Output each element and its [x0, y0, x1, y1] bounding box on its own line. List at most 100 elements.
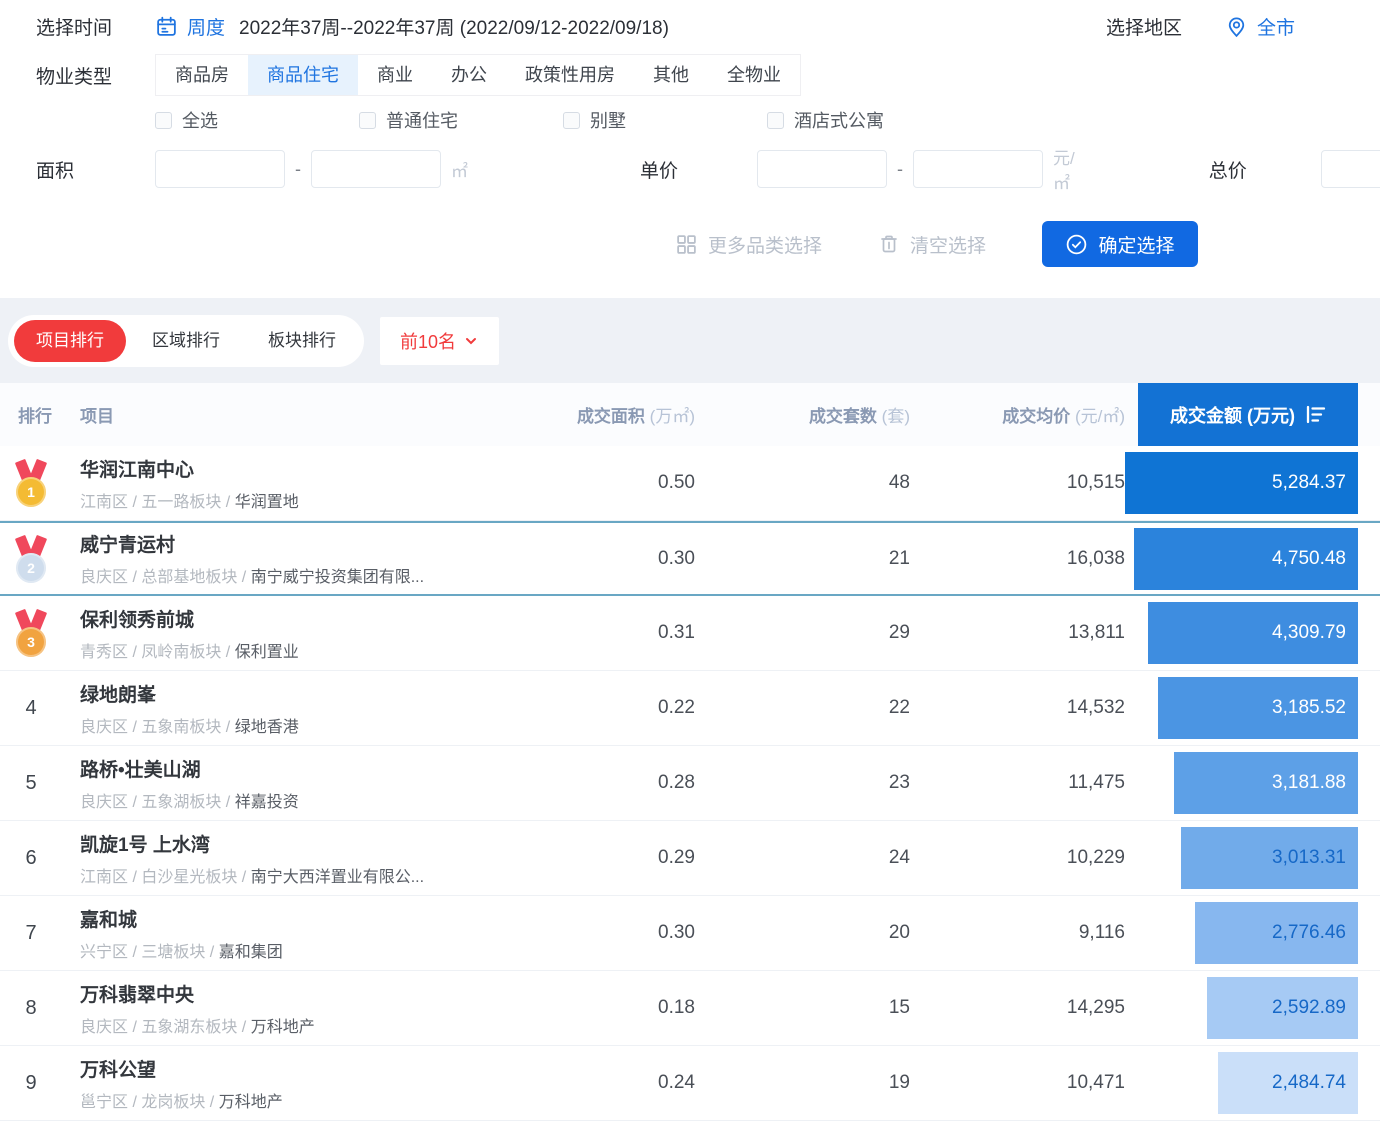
deal-count-value: 21 [695, 548, 910, 570]
deal-area-value: 0.29 [525, 847, 695, 869]
project-location: 兴宁区 / 三塘板块 / [80, 944, 219, 961]
project-subtitle: 兴宁区 / 三塘板块 / 嘉和集团 [80, 938, 525, 962]
property-type-tab-1[interactable]: 商品住宅 [248, 55, 358, 95]
table-row[interactable]: 1华润江南中心江南区 / 五一路板块 / 华润置地0.504810,5155,2… [0, 446, 1380, 521]
amount-cell: 3,013.31 [1125, 821, 1358, 895]
property-type-tab-6[interactable]: 全物业 [708, 55, 800, 95]
total-price-min-input[interactable] [1321, 150, 1380, 188]
amount-cell: 2,484.74 [1125, 1046, 1358, 1120]
region-filter-label: 选择地区 [1106, 13, 1182, 40]
deal-count-value: 23 [695, 772, 910, 794]
project-name: 保利领秀前城 [80, 605, 525, 632]
unit-price-max-input[interactable] [913, 150, 1043, 188]
total-price-label: 总价 [1209, 156, 1247, 183]
area-min-input[interactable] [155, 150, 285, 188]
property-type-tab-3[interactable]: 办公 [432, 55, 506, 95]
amount-bar: 3,013.31 [1181, 827, 1358, 889]
project-location: 良庆区 / 五象湖板块 / [80, 794, 235, 811]
unit-price-label: 单价 [640, 156, 678, 183]
chevron-down-icon [463, 333, 479, 349]
project-developer: 万科地产 [219, 1094, 283, 1111]
checkbox-label: 别墅 [590, 107, 626, 133]
clear-selection-button[interactable]: 清空选择 [878, 231, 986, 258]
table-row[interactable]: 7嘉和城兴宁区 / 三塘板块 / 嘉和集团0.30209,1162,776.46 [0, 896, 1380, 971]
region-value[interactable]: 全市 [1257, 13, 1295, 40]
table-row[interactable]: 9万科公望邕宁区 / 龙岗板块 / 万科地产0.241910,4712,484.… [0, 1046, 1380, 1121]
avg-price-value: 14,532 [910, 697, 1125, 719]
unit-price-min-input[interactable] [757, 150, 887, 188]
medal-rank-number: 1 [16, 477, 46, 507]
ranking-tab-0[interactable]: 项目排行 [14, 320, 126, 362]
project-subtitle: 良庆区 / 总部基地板块 / 南宁威宁投资集团有限... [80, 563, 525, 587]
top-n-label: 前10名 [400, 328, 456, 354]
table-row[interactable]: 4绿地朗峯良庆区 / 五象南板块 / 绿地香港0.222214,5323,185… [0, 671, 1380, 746]
area-max-input[interactable] [311, 150, 441, 188]
deal-count-value: 15 [695, 997, 910, 1019]
more-categories-button[interactable]: 更多品类选择 [675, 231, 822, 258]
project-subtitle: 青秀区 / 凤岭南板块 / 保利置业 [80, 638, 525, 662]
time-mode-selector[interactable]: 周度 [187, 13, 225, 40]
deal-count-value: 19 [695, 1072, 910, 1094]
project-location: 邕宁区 / 龙岗板块 / [80, 1094, 219, 1111]
property-type-tab-4[interactable]: 政策性用房 [506, 55, 634, 95]
checkbox-box-icon[interactable] [359, 112, 376, 129]
amount-cell: 3,185.52 [1125, 671, 1358, 745]
table-row[interactable]: 5路桥•壮美山湖良庆区 / 五象湖板块 / 祥嘉投资0.282311,4753,… [0, 746, 1380, 821]
sort-descending-icon [1304, 405, 1326, 424]
checkbox-box-icon[interactable] [563, 112, 580, 129]
app-root: 选择时间 周度 2022年37周--2022年37周 (2022/09/12-2… [0, 0, 1380, 1138]
ranking-tab-1[interactable]: 区域排行 [130, 320, 242, 362]
rank-number: 9 [25, 1072, 36, 1094]
time-region-bar: 选择时间 周度 2022年37周--2022年37周 (2022/09/12-2… [0, 0, 1380, 40]
silver-medal-icon: 2 [12, 535, 50, 583]
property-type-tab-2[interactable]: 商业 [358, 55, 432, 95]
price-column-unit: (元/㎡) [1075, 407, 1125, 426]
deal-count-value: 24 [695, 847, 910, 869]
ranking-tab-2[interactable]: 板块排行 [246, 320, 358, 362]
amount-bar: 4,750.48 [1134, 528, 1358, 590]
amount-bar: 5,284.37 [1125, 452, 1358, 514]
confirm-selection-button[interactable]: 确定选择 [1042, 221, 1198, 267]
amount-column-header[interactable]: 成交金额 (万元) [1138, 383, 1358, 446]
location-pin-icon[interactable] [1224, 14, 1249, 39]
table-row[interactable]: 2威宁青运村良庆区 / 总部基地板块 / 南宁威宁投资集团有限...0.3021… [0, 521, 1380, 596]
subtype-checkbox-row: 全选 普通住宅 别墅 酒店式公寓 [155, 104, 1380, 136]
amount-cell: 2,776.46 [1125, 896, 1358, 970]
calendar-icon[interactable] [155, 15, 178, 38]
project-subtitle: 良庆区 / 五象湖板块 / 祥嘉投资 [80, 788, 525, 812]
property-type-row: 物业类型 商品房商品住宅商业办公政策性用房其他全物业 [36, 54, 1380, 96]
more-categories-label: 更多品类选择 [708, 231, 822, 258]
table-row[interactable]: 6凯旋1号 上水湾江南区 / 白沙星光板块 / 南宁大西洋置业有限公...0.2… [0, 821, 1380, 896]
table-row[interactable]: 8万科翡翠中央良庆区 / 五象湖东板块 / 万科地产0.181514,2952,… [0, 971, 1380, 1046]
project-subtitle: 江南区 / 白沙星光板块 / 南宁大西洋置业有限公... [80, 863, 525, 887]
top-n-dropdown[interactable]: 前10名 [380, 317, 499, 365]
checkbox-label: 全选 [182, 107, 218, 133]
subtype-checkbox-2[interactable]: 别墅 [563, 107, 767, 133]
deal-area-value: 0.30 [525, 922, 695, 944]
project-developer: 祥嘉投资 [235, 794, 299, 811]
subtype-checkbox-0[interactable]: 全选 [155, 107, 359, 133]
project-cell: 凯旋1号 上水湾江南区 / 白沙星光板块 / 南宁大西洋置业有限公... [62, 830, 525, 887]
rank-number: 5 [25, 772, 36, 794]
subtype-checkbox-1[interactable]: 普通住宅 [359, 107, 563, 133]
table-row[interactable]: 3保利领秀前城青秀区 / 凤岭南板块 / 保利置业0.312913,8114,3… [0, 596, 1380, 671]
amount-cell: 4,309.79 [1125, 596, 1358, 670]
checkbox-box-icon[interactable] [155, 112, 172, 129]
checkbox-box-icon[interactable] [767, 112, 784, 129]
amount-column-label: 成交金额 (万元) [1170, 402, 1295, 428]
project-subtitle: 江南区 / 五一路板块 / 华润置地 [80, 488, 525, 512]
unit-price-unit-label: 元/㎡ [1053, 144, 1075, 194]
project-name: 万科翡翠中央 [80, 980, 525, 1007]
subtype-checkbox-3[interactable]: 酒店式公寓 [767, 107, 971, 133]
avg-price-value: 10,471 [910, 1072, 1125, 1094]
project-location: 良庆区 / 总部基地板块 / [80, 569, 251, 586]
rank-cell: 1 [0, 459, 62, 507]
property-type-tab-5[interactable]: 其他 [634, 55, 708, 95]
rank-column-header: 排行 [0, 402, 62, 427]
project-cell: 绿地朗峯良庆区 / 五象南板块 / 绿地香港 [62, 680, 525, 737]
time-range-value[interactable]: 2022年37周--2022年37周 (2022/09/12-2022/09/1… [239, 13, 669, 40]
project-cell: 华润江南中心江南区 / 五一路板块 / 华润置地 [62, 455, 525, 512]
project-location: 江南区 / 五一路板块 / [80, 494, 235, 511]
property-type-tab-0[interactable]: 商品房 [156, 55, 248, 95]
gold-medal-icon: 1 [12, 459, 50, 507]
